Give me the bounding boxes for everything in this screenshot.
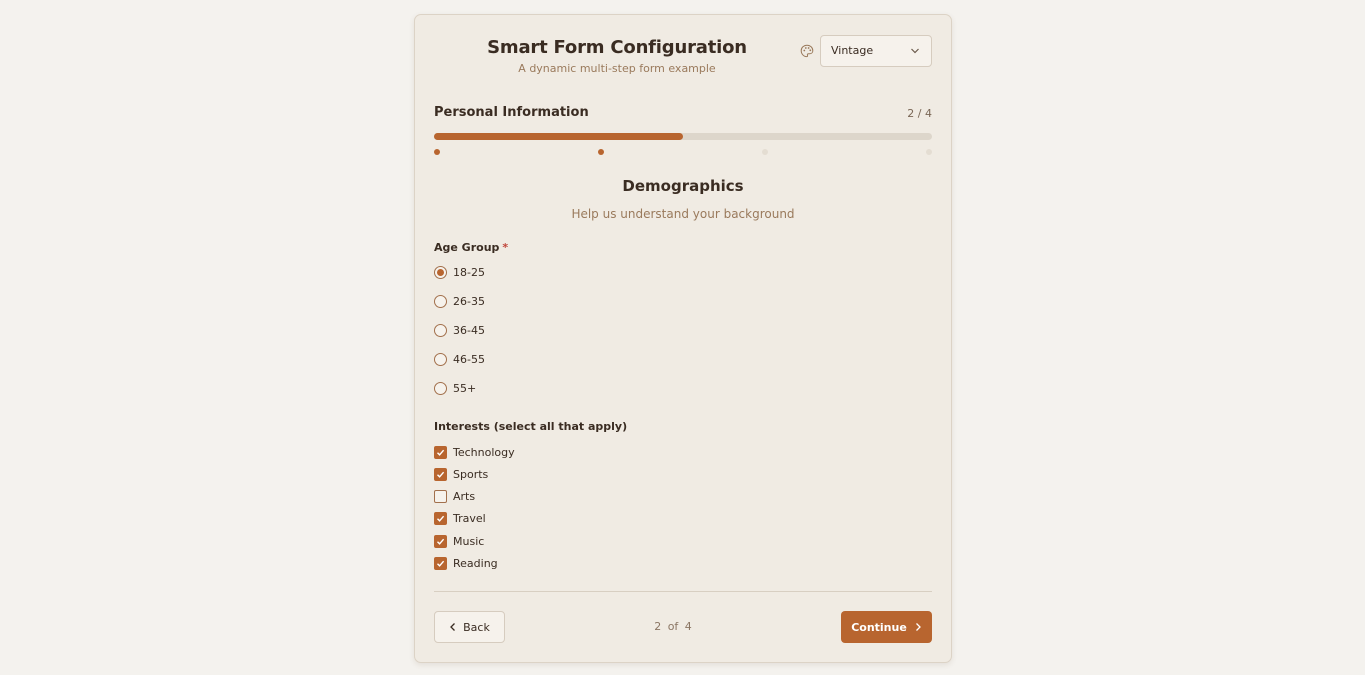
radio-button[interactable] — [434, 323, 447, 337]
age-group-label-text: Age Group — [434, 241, 500, 254]
continue-button-label: Continue — [851, 620, 907, 634]
interest-option-checkbox[interactable]: Technology — [434, 443, 515, 461]
progress-bar — [434, 133, 932, 140]
chevron-right-icon — [915, 623, 921, 631]
step-dot-2 — [598, 149, 604, 155]
checkbox[interactable] — [434, 490, 447, 504]
checkbox[interactable] — [434, 512, 447, 526]
interests-label: Interests (select all that apply) — [434, 420, 628, 433]
check-icon — [437, 538, 445, 545]
form-header: Smart Form Configuration A dynamic multi… — [415, 15, 951, 95]
theme-select[interactable]: Vintage — [820, 35, 932, 67]
age-option-label: 36-45 — [453, 323, 485, 337]
interest-option-label: Music — [453, 534, 485, 548]
footer-divider — [434, 591, 932, 592]
step-dot-4 — [926, 149, 932, 155]
section-title: Demographics — [622, 177, 744, 195]
interest-option-label: Travel — [453, 512, 486, 526]
age-option-radio[interactable]: 46-55 — [434, 350, 485, 368]
radio-button[interactable] — [434, 352, 447, 366]
checkbox[interactable] — [434, 534, 447, 548]
age-option-radio[interactable]: 55+ — [434, 379, 476, 397]
check-icon — [437, 449, 445, 456]
progress-bar-fill — [434, 133, 683, 140]
step-title: Personal Information — [434, 105, 589, 120]
page-title: Smart Form Configuration — [487, 37, 747, 58]
interest-option-label: Sports — [453, 467, 489, 481]
step-dot-3 — [762, 149, 768, 155]
interest-option-checkbox[interactable]: Reading — [434, 555, 498, 573]
interest-option-checkbox[interactable]: Music — [434, 532, 484, 550]
age-option-radio[interactable]: 26-35 — [434, 292, 485, 310]
interest-option-label: Reading — [453, 557, 498, 570]
interest-option-checkbox[interactable]: Travel — [434, 510, 486, 528]
age-option-label: 26-35 — [453, 294, 485, 308]
age-option-label: 46-55 — [453, 352, 485, 366]
checkbox[interactable] — [434, 445, 447, 459]
continue-button[interactable]: Continue — [841, 611, 932, 643]
required-marker: * — [502, 241, 509, 254]
age-option-label: 18-25 — [453, 265, 485, 279]
checkbox[interactable] — [434, 467, 447, 481]
age-option-radio[interactable]: 36-45 — [434, 321, 485, 339]
radio-button[interactable] — [434, 265, 447, 279]
section-subtitle: Help us understand your background — [571, 207, 795, 221]
age-option-radio[interactable]: 18-25 — [434, 263, 485, 281]
check-icon — [437, 471, 445, 478]
step-dot-1 — [434, 149, 440, 155]
check-icon — [437, 560, 445, 567]
checkbox[interactable] — [434, 557, 447, 570]
palette-icon — [800, 44, 814, 58]
check-icon — [437, 516, 445, 523]
age-group-label: Age Group * — [434, 241, 508, 254]
radio-button[interactable] — [434, 381, 447, 395]
interest-option-label: Technology — [453, 445, 515, 459]
interest-option-checkbox[interactable]: Sports — [434, 465, 488, 483]
interest-option-label: Arts — [453, 490, 476, 504]
step-counter: 2 / 4 — [907, 107, 932, 120]
form-card: Smart Form Configuration A dynamic multi… — [414, 14, 952, 663]
age-option-label: 55+ — [453, 381, 477, 395]
page-subtitle: A dynamic multi-step form example — [518, 62, 716, 75]
interest-option-checkbox[interactable]: Arts — [434, 488, 475, 506]
radio-button[interactable] — [434, 294, 447, 308]
chevron-down-icon — [911, 48, 919, 54]
theme-select-value: Vintage — [831, 44, 874, 57]
